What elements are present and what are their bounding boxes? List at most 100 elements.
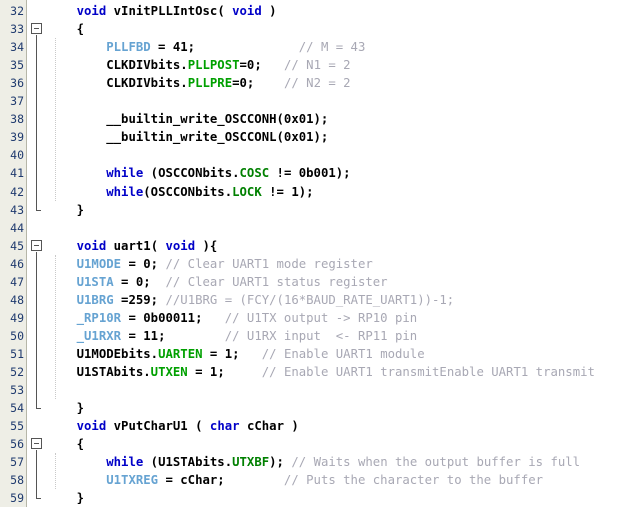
code-text[interactable]: _RP10R = 0b00011; // U1TX output -> RP10…	[47, 309, 418, 327]
code-line[interactable]: 51 U1MODEbits.UARTEN = 1; // Enable UART…	[0, 345, 642, 363]
line-number: 36	[10, 76, 24, 91]
code-line[interactable]: 45 void uart1( void ){	[0, 237, 642, 255]
token-cmt: // U1RX input <- RP11 pin	[224, 328, 418, 343]
code-text[interactable]: PLLFBD = 41; // M = 43	[47, 38, 365, 56]
code-text[interactable]: U1STAbits.UTXEN = 1; // Enable UART1 tra…	[47, 363, 595, 381]
token-cmt: // N1 = 2	[283, 58, 351, 73]
code-line[interactable]: 52 U1STAbits.UTXEN = 1; // Enable UART1 …	[0, 363, 642, 381]
code-line[interactable]: 35 CLKDIVbits.PLLPOST=0; // N1 = 2	[0, 56, 642, 74]
token-cmt: // M = 43	[298, 40, 366, 55]
code-line[interactable]: 54 }	[0, 399, 642, 417]
code-line[interactable]: 56 {	[0, 435, 642, 453]
code-text[interactable]: __builtin_write_OSCCONL(0x01);	[47, 128, 328, 146]
token-kw: void	[76, 238, 114, 253]
code-line[interactable]: 49 _RP10R = 0b00011; // U1TX output -> R…	[0, 309, 642, 327]
token-pl: .	[180, 58, 188, 73]
code-text[interactable]: U1MODE = 0; // Clear UART1 mode register	[47, 255, 373, 273]
token-reg: U1STA	[76, 274, 114, 289]
code-text[interactable]: void vInitPLLIntOsc( void )	[47, 2, 277, 20]
code-line[interactable]: 55 void vPutCharU1 ( char cChar )	[0, 417, 642, 435]
code-text[interactable]: U1TXREG = cChar; // Puts the character t…	[47, 471, 543, 489]
code-line[interactable]: 40	[0, 146, 642, 164]
fold-toggle-icon[interactable]	[31, 239, 42, 251]
token-cmt: // Clear UART1 status register	[165, 274, 388, 289]
code-line[interactable]: 32 void vInitPLLIntOsc( void )	[0, 2, 642, 20]
code-text[interactable]: void uart1( void ){	[47, 237, 218, 255]
code-text[interactable]: void vPutCharU1 ( char cChar )	[47, 417, 299, 435]
code-line[interactable]: 39 __builtin_write_OSCCONL(0x01);	[0, 128, 642, 146]
code-line[interactable]: 37	[0, 92, 642, 110]
token-pl: (	[217, 4, 233, 18]
token-reg: U1MODE	[76, 256, 122, 271]
code-line[interactable]: 48 U1BRG =259; //U1BRG = (FCY/(16*BAUD_R…	[0, 291, 642, 309]
code-line[interactable]: 58 U1TXREG = cChar; // Puts the characte…	[0, 471, 642, 489]
code-text[interactable]: {	[47, 435, 84, 453]
token-pl: = cChar;	[158, 473, 284, 488]
line-number: 58	[10, 473, 24, 488]
code-line[interactable]: 59 }	[0, 489, 642, 507]
token-pl: cChar )	[239, 419, 299, 434]
fold-region-line	[36, 251, 37, 409]
token-pl: ){	[195, 238, 218, 253]
code-text[interactable]: while (U1STAbits.UTXBF); // Waits when t…	[47, 453, 580, 471]
token-pl: =259;	[113, 292, 166, 307]
line-number: 46	[10, 256, 24, 271]
fold-toggle-icon[interactable]	[31, 23, 42, 35]
code-line[interactable]: 42 while(OSCCONbits.LOCK != 1);	[0, 183, 642, 201]
code-text[interactable]: U1STA = 0; // Clear UART1 status registe…	[47, 273, 388, 291]
code-text[interactable]: {	[47, 20, 84, 38]
token-id: CLKDIVbits	[106, 76, 181, 91]
token-kw: char	[209, 419, 240, 434]
token-pl: = 0;	[113, 274, 166, 289]
token-kw: void	[232, 4, 262, 18]
code-line[interactable]: 57 while (U1STAbits.UTXBF); // Waits whe…	[0, 453, 642, 471]
code-line[interactable]: 53	[0, 381, 642, 399]
token-pl: = 0b00011;	[121, 310, 225, 325]
line-number: 43	[10, 202, 24, 217]
token-id: CLKDIVbits	[106, 58, 181, 73]
token-mem: UTXEN	[150, 365, 188, 379]
fold-toggle-icon[interactable]	[31, 438, 42, 450]
code-line[interactable]: 43 }	[0, 201, 642, 219]
code-text[interactable]: U1BRG =259; //U1BRG = (FCY/(16*BAUD_RATE…	[47, 291, 455, 309]
code-line[interactable]: 44	[0, 219, 642, 237]
code-line[interactable]: 50 _U1RXR = 11; // U1RX input <- RP11 pi…	[0, 327, 642, 345]
token-cmt: // N2 = 2	[283, 76, 351, 91]
token-id: vInitPLLIntOsc	[113, 4, 218, 18]
line-number: 40	[10, 148, 24, 163]
token-kw: while	[106, 166, 144, 181]
token-id: uart1	[113, 238, 151, 253]
code-line[interactable]: 36 CLKDIVbits.PLLPRE=0; // N2 = 2	[0, 74, 642, 92]
code-text[interactable]: }	[47, 399, 84, 417]
token-id: vPutCharU1	[113, 419, 188, 434]
code-editor-pane[interactable]: 32 void vInitPLLIntOsc( void ) 33 {34 PLL…	[0, 0, 642, 507]
token-pl: (U1STAbits.	[143, 455, 233, 470]
code-text[interactable]: CLKDIVbits.PLLPRE=0; // N2 = 2	[47, 74, 351, 92]
code-line[interactable]: 46 U1MODE = 0; // Clear UART1 mode regis…	[0, 255, 642, 273]
code-text[interactable]: U1MODEbits.UARTEN = 1; // Enable UART1 m…	[47, 345, 425, 363]
line-number: 44	[10, 220, 24, 235]
code-line[interactable]: 47 U1STA = 0; // Clear UART1 status regi…	[0, 273, 642, 291]
code-text[interactable]: }	[47, 201, 84, 219]
code-text[interactable]: _U1RXR = 11; // U1RX input <- RP11 pin	[47, 327, 418, 345]
code-text[interactable]: }	[47, 489, 84, 507]
code-line[interactable]: 38 __builtin_write_OSCCONH(0x01);	[0, 110, 642, 128]
code-text[interactable]: __builtin_write_OSCCONH(0x01);	[47, 110, 328, 128]
line-number: 54	[10, 401, 24, 416]
token-pl: )	[261, 4, 277, 18]
code-text[interactable]: while (OSCCONbits.COSC != 0b001);	[47, 164, 350, 182]
code-line[interactable]: 33 {	[0, 20, 642, 38]
code-line[interactable]: 41 while (OSCCONbits.COSC != 0b001);	[0, 164, 642, 182]
token-pl: .	[150, 346, 159, 361]
code-line[interactable]: 34 PLLFBD = 41; // M = 43	[0, 38, 642, 56]
line-number: 56	[10, 437, 24, 452]
code-text[interactable]: CLKDIVbits.PLLPOST=0; // N1 = 2	[47, 56, 351, 74]
code-text[interactable]: while(OSCCONbits.LOCK != 1);	[47, 183, 313, 201]
token-id: U1STAbits	[76, 365, 144, 379]
